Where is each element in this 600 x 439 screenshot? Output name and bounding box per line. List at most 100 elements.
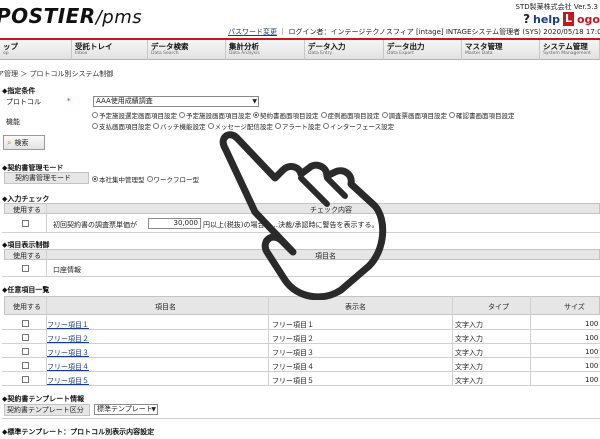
- radio-button[interactable]: [179, 112, 185, 118]
- nav-item-label: システム管理: [543, 42, 588, 51]
- amount-input[interactable]: 30,000: [148, 218, 201, 229]
- radio-label: バッチ機能設定: [160, 123, 206, 131]
- radio-option[interactable]: アラート設定: [274, 121, 321, 131]
- nav-item[interactable]: マスタ管理 Master Data: [462, 40, 540, 60]
- help-icon[interactable]: ?: [523, 12, 530, 26]
- radio-label: 契約書画面項目設定: [260, 112, 319, 120]
- radio-button[interactable]: [146, 176, 153, 182]
- radio-option[interactable]: 調査票画面項目設定: [381, 110, 448, 120]
- nav-item[interactable]: 受託トレイ Inbox: [72, 40, 148, 60]
- radio-option[interactable]: インターフェース設定: [322, 121, 394, 131]
- radio-option[interactable]: メッセージ配信設定: [207, 121, 273, 131]
- protocol-label: プロトコル: [6, 98, 41, 106]
- cell-size: 100: [585, 362, 599, 370]
- nav-item[interactable]: 集計分析 Data Analysis: [226, 40, 305, 60]
- search-icon: ⌕: [7, 137, 12, 147]
- nav-item-label: 受託トレイ: [75, 42, 113, 51]
- radio-button[interactable]: [322, 123, 329, 129]
- use-checkbox[interactable]: [22, 334, 29, 341]
- nav-item-sublabel: Data Analysis: [229, 51, 260, 56]
- help-area: ? help L ogo: [523, 11, 600, 27]
- help-link[interactable]: help: [533, 13, 560, 26]
- radio-option[interactable]: 予定施設選定画面項目設定: [92, 110, 177, 120]
- radio-label: 調査票画面項目設定: [388, 112, 448, 120]
- check-text-before: 初回契約書の調査票単価が: [53, 221, 137, 229]
- protocol-select[interactable]: AAA使用成績調査 ▼: [93, 96, 259, 107]
- nav-item[interactable]: データ出力 Data Export: [384, 40, 462, 60]
- radio-button[interactable]: [274, 123, 281, 129]
- nav-item-sublabel: Inbox: [75, 51, 88, 56]
- nav-item-label: 集計分析: [229, 42, 259, 51]
- radio-label: ワークフロー型: [153, 176, 200, 184]
- radio-label: 症例画面項目設定: [327, 112, 380, 120]
- radio-button[interactable]: [381, 112, 388, 118]
- breadcrumb: ア管理 ＞ プロトコル別システム制御: [0, 70, 114, 78]
- radio-option[interactable]: バッチ機能設定: [153, 121, 206, 131]
- function-radio-group-2: 支払画面項目設定 バッチ機能設定 メッセージ配信設定 アラート設定 インターフェース設定: [92, 121, 396, 131]
- nav-item-sublabel: Data Search: [151, 51, 179, 56]
- logout-link[interactable]: ogo: [577, 13, 600, 26]
- nav-item-label: データ検索: [151, 42, 189, 51]
- cell-size: 100: [585, 376, 599, 384]
- nav-item-sublabel: System Management: [543, 51, 591, 56]
- nav-item-sublabel: Data Export: [387, 51, 414, 56]
- nav-item-sublabel: Master Data: [465, 51, 493, 56]
- radio-button[interactable]: [153, 123, 159, 129]
- password-change-link[interactable]: パスワード変更: [228, 28, 277, 36]
- nav-item[interactable]: システム管理 System Management: [540, 40, 600, 60]
- display-table-header: 使用する 項目名: [4, 249, 600, 260]
- use-checkbox[interactable]: [22, 320, 29, 327]
- radio-label: 予定施設選定画面項目設定: [99, 112, 177, 120]
- required-mark: *: [67, 97, 71, 105]
- radio-label: 支払画面項目設定: [99, 123, 151, 131]
- display-item-name: 口座情報: [53, 266, 81, 274]
- chevron-down-icon: ▼: [151, 406, 156, 413]
- radio-option[interactable]: 支払画面項目設定: [92, 121, 151, 131]
- radio-button[interactable]: [92, 176, 98, 182]
- check-table-header: 使用する チェック内容: [4, 203, 600, 214]
- search-button[interactable]: ⌕ 検索: [3, 135, 45, 150]
- user-line: パスワード変更 ｜ ログイン者：インテージテクノスフィア [intage] IN…: [228, 27, 600, 37]
- function-label: 機能: [6, 118, 20, 126]
- radio-button[interactable]: [92, 112, 98, 118]
- radio-label: 確認書画面項目設定: [456, 112, 515, 120]
- nav-item-sublabel: Data Entry: [308, 51, 333, 56]
- radio-option[interactable]: 本社集中管理型: [92, 174, 145, 184]
- radio-label: 予定施設画面項目設定: [186, 112, 251, 120]
- use-checkbox[interactable]: [22, 362, 29, 369]
- radio-button[interactable]: [320, 112, 327, 118]
- mode-radio-group: 本社集中管理型 ワークフロー型: [92, 174, 201, 184]
- cell-size: 100: [585, 320, 599, 328]
- chevron-down-icon: ▼: [252, 98, 257, 105]
- use-checkbox[interactable]: [22, 348, 29, 355]
- cell-size: 100: [585, 348, 599, 356]
- radio-option[interactable]: 症例画面項目設定: [320, 110, 380, 120]
- radio-option[interactable]: 予定施設画面項目設定: [179, 110, 251, 120]
- radio-label: メッセージ配信設定: [214, 123, 273, 131]
- radio-option[interactable]: 契約書画面項目設定: [253, 110, 319, 120]
- template-select[interactable]: 標準テンプレート ▼: [94, 404, 158, 415]
- radio-button[interactable]: [92, 123, 98, 129]
- section-title-optional: ◆任意項目一覧: [2, 286, 50, 294]
- app-logo[interactable]: POSTIER/pms: [0, 4, 142, 28]
- nav-item[interactable]: データ入力 Data Entry: [305, 40, 384, 60]
- nav-item-label: ップ: [3, 42, 18, 51]
- nav-item-sublabel: op: [3, 51, 9, 56]
- section-title-footer: ◆標準テンプレート：プロトコル別表示内容設定: [2, 428, 155, 436]
- radio-option[interactable]: ワークフロー型: [146, 174, 200, 184]
- main-nav: ップ op 受託トレイ Inbox データ検索 Data Search 集計分析 Data A…: [0, 38, 600, 60]
- nav-item[interactable]: ップ op: [0, 40, 72, 60]
- radio-label: アラート設定: [281, 123, 321, 131]
- use-checkbox[interactable]: [22, 376, 29, 383]
- radio-button[interactable]: [207, 123, 214, 129]
- nav-item-label: データ入力: [308, 42, 346, 51]
- radio-button[interactable]: [253, 112, 259, 118]
- logout-icon[interactable]: L: [562, 12, 574, 26]
- check-use-checkbox[interactable]: [22, 220, 29, 227]
- radio-option[interactable]: 確認書画面項目設定: [449, 110, 515, 120]
- check-text-after: 円以上(税抜)の場合、...決裁/承認時に警告を表示する。: [203, 221, 379, 229]
- display-use-checkbox[interactable]: [22, 265, 29, 272]
- nav-item[interactable]: データ検索 Data Search: [148, 40, 226, 60]
- header: POSTIER/pms STD製薬株式会社 Ver.5.3 ? help L o…: [0, 0, 600, 38]
- radio-button[interactable]: [449, 112, 455, 118]
